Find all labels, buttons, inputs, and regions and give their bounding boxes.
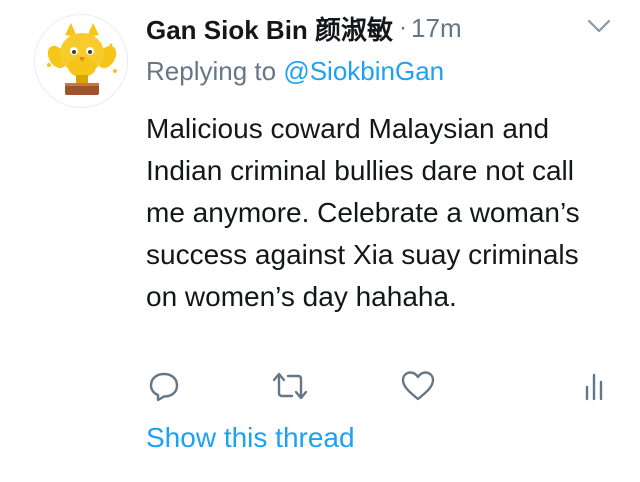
timestamp[interactable]: 17m: [411, 13, 462, 44]
tweet[interactable]: Gan Siok Bin 颜淑敏 · 17m Replying to @Siok…: [0, 0, 640, 482]
retweet-button[interactable]: [270, 366, 310, 406]
avatar[interactable]: [34, 14, 128, 108]
reply-button[interactable]: [144, 366, 184, 406]
tweet-actions: [146, 366, 616, 406]
owl-trophy-avatar-icon: [35, 15, 127, 107]
tweet-header: Gan Siok Bin 颜淑敏 · 17m: [146, 8, 462, 48]
tweet-menu-button[interactable]: [586, 16, 612, 36]
like-button[interactable]: [398, 366, 438, 406]
analytics-button[interactable]: [574, 366, 614, 406]
retweet-arrows-icon: [272, 372, 308, 400]
speech-bubble-icon: [149, 372, 179, 402]
replying-handle-link[interactable]: @SiokbinGan: [283, 56, 444, 86]
display-name[interactable]: Gan Siok Bin 颜淑敏: [146, 10, 393, 47]
bar-chart-icon: [585, 373, 603, 401]
separator-dot: ·: [399, 14, 408, 41]
chevron-down-icon: [587, 19, 611, 33]
replying-prefix: Replying to: [146, 56, 284, 86]
tweet-text: Malicious coward Malaysian and Indian cr…: [146, 113, 580, 312]
show-thread-link[interactable]: Show this thread: [146, 422, 355, 454]
heart-icon: [401, 371, 435, 401]
replying-to-line: Replying to @SiokbinGan: [146, 56, 444, 87]
